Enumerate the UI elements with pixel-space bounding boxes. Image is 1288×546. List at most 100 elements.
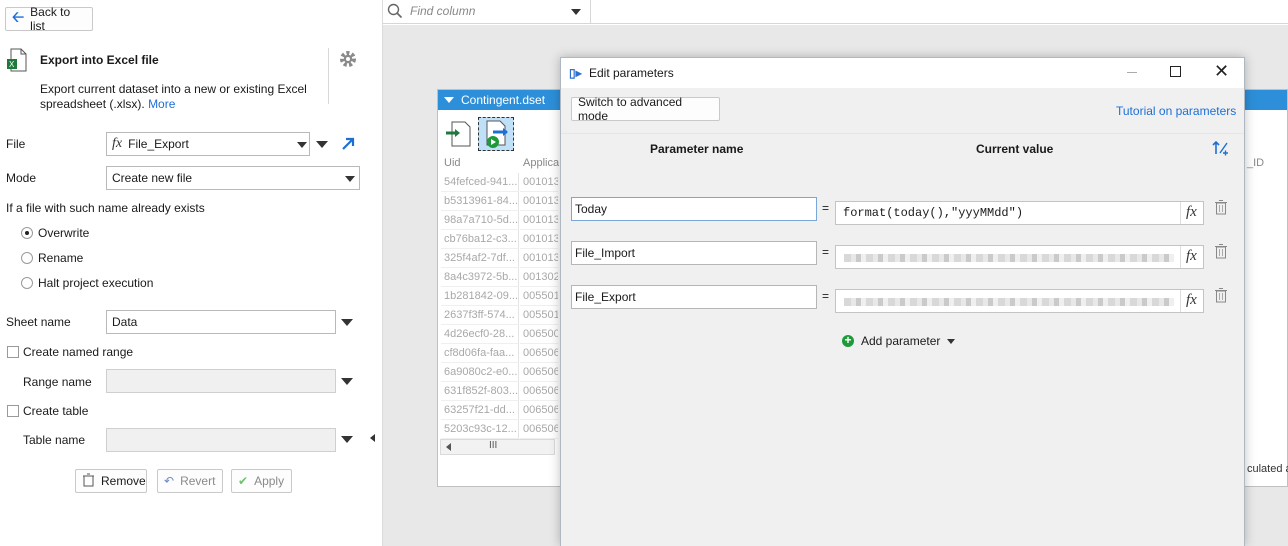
uid-cell: 63257f21-dd... xyxy=(441,401,519,420)
blurred-value xyxy=(844,254,1174,262)
overwrite-radio[interactable] xyxy=(21,227,33,239)
fx-divider xyxy=(1180,246,1181,268)
chevron-down-icon xyxy=(345,176,355,182)
more-link[interactable]: More xyxy=(148,97,175,111)
dialog-title-bar: ▯▸ Edit parameters ✕ xyxy=(561,58,1244,88)
fx-divider xyxy=(1180,202,1181,224)
uid-cell: 98a7a710-5d... xyxy=(441,211,519,230)
uid-cell: b5313961-84... xyxy=(441,192,519,211)
find-column-input[interactable]: Find column xyxy=(410,4,475,18)
revert-button[interactable]: ↶ Revert xyxy=(157,469,223,493)
applica-cell: 001013 xyxy=(520,230,558,249)
arrow-left-icon: 🡠 xyxy=(12,8,25,26)
right-footer-text: culated a xyxy=(1247,463,1288,475)
right-column-header: _ID xyxy=(1247,157,1265,169)
range-name-input[interactable] xyxy=(106,369,336,393)
chevron-down-icon[interactable] xyxy=(571,9,581,15)
file-options-dropdown[interactable] xyxy=(316,141,328,148)
column-toolbar: Find column xyxy=(383,0,1288,24)
horizontal-scrollbar[interactable]: III xyxy=(440,439,555,455)
scroll-left-icon[interactable] xyxy=(446,443,451,451)
uid-cell: 5203c93c-12... xyxy=(441,420,519,439)
uid-cell: 8a4c3972-5b... xyxy=(441,268,519,287)
named-range-checkbox[interactable] xyxy=(7,346,19,358)
collapse-icon[interactable] xyxy=(444,97,454,103)
close-icon[interactable]: ✕ xyxy=(1214,61,1229,82)
sheet-name-input[interactable]: Data xyxy=(106,310,336,334)
import-icon[interactable] xyxy=(444,119,472,149)
mode-select[interactable]: Create new file xyxy=(106,166,360,190)
revert-label: Revert xyxy=(180,474,216,488)
param-value-input-today[interactable]: format(today(),"yyyMMdd") fx xyxy=(835,201,1204,225)
applica-cell: 001013 xyxy=(520,211,558,230)
function-icon[interactable]: fx xyxy=(1186,248,1197,265)
panel-title: Export into Excel file xyxy=(40,53,159,67)
trash-icon[interactable] xyxy=(1214,243,1228,259)
trash-icon[interactable] xyxy=(1214,287,1228,303)
applica-cell: 005501 xyxy=(520,287,558,306)
back-label: Back to list xyxy=(30,5,71,33)
remove-button[interactable]: Remove xyxy=(75,469,147,493)
create-table-checkbox[interactable] xyxy=(7,405,19,417)
rename-radio[interactable] xyxy=(21,252,33,264)
applica-cell: 006506 xyxy=(520,382,558,401)
search-icon xyxy=(387,3,403,19)
table-name-dropdown[interactable] xyxy=(341,436,353,443)
trash-icon[interactable] xyxy=(1214,199,1228,215)
check-icon: ✔ xyxy=(238,474,249,488)
uid-cell: 325f4af2-7df... xyxy=(441,249,519,268)
apply-button[interactable]: ✔ Apply xyxy=(231,469,292,493)
param-value-input-file-import[interactable]: fx xyxy=(835,245,1204,269)
file-select[interactable]: fx File_Export xyxy=(106,132,310,156)
add-parameter-label: Add parameter xyxy=(861,334,941,348)
overwrite-label: Overwrite xyxy=(38,226,90,240)
edit-parameters-dialog: ▯▸ Edit parameters ✕ Switch to advanced … xyxy=(560,57,1245,546)
table-name-input[interactable] xyxy=(106,428,336,452)
maximize-icon[interactable] xyxy=(1170,66,1181,77)
param-value-input-file-export[interactable]: fx xyxy=(835,289,1204,313)
range-name-label: Range name xyxy=(23,375,92,389)
equals-sign: = xyxy=(822,289,830,303)
minimize-icon[interactable] xyxy=(1127,72,1137,73)
sort-icon[interactable] xyxy=(1212,139,1230,157)
gear-icon[interactable] xyxy=(338,49,358,69)
mode-label: Mode xyxy=(6,171,37,185)
advanced-mode-button[interactable]: Switch to advanced mode xyxy=(571,95,720,123)
halt-radio[interactable] xyxy=(21,277,33,289)
param-name-input-today[interactable]: Today xyxy=(571,197,817,221)
applica-cell: 006500 xyxy=(520,325,558,344)
back-to-list-button[interactable]: 🡠 Back to list xyxy=(5,5,93,33)
tutorial-link[interactable]: Tutorial on parameters xyxy=(1116,104,1236,118)
range-name-dropdown[interactable] xyxy=(341,378,353,385)
applica-cell: 006506 xyxy=(520,363,558,382)
file-label: File xyxy=(6,137,26,151)
dialog-body: Switch to advanced mode Tutorial on para… xyxy=(561,88,1244,546)
uid-cell: 1b281842-09... xyxy=(441,287,519,306)
scroll-thumb-icon[interactable]: III xyxy=(489,440,497,451)
sheet-name-dropdown[interactable] xyxy=(341,319,353,326)
blurred-value xyxy=(844,298,1174,306)
param-name-input-file-import[interactable]: File_Import xyxy=(571,241,817,265)
param-name-value: File_Import xyxy=(575,246,636,260)
parameters-app-icon: ▯▸ xyxy=(569,66,582,80)
add-parameter-button[interactable]: + Add parameter xyxy=(842,334,956,348)
function-icon[interactable]: fx xyxy=(1186,292,1197,309)
table-name-label: Table name xyxy=(23,433,86,447)
param-name-value: File_Export xyxy=(575,290,636,304)
header-separator xyxy=(561,133,1244,134)
remove-label: Remove xyxy=(101,474,146,488)
applica-cell: 006506 xyxy=(520,401,558,420)
fx-divider xyxy=(1180,290,1181,312)
export-run-icon[interactable] xyxy=(478,117,514,151)
excel-file-icon: X xyxy=(6,48,30,72)
rename-label: Rename xyxy=(38,251,84,265)
applica-cell: 001013 xyxy=(520,249,558,268)
uid-cell: 54fefced-941... xyxy=(441,173,519,192)
param-name-input-file-export[interactable]: File_Export xyxy=(571,285,817,309)
function-icon[interactable]: fx xyxy=(1186,204,1197,221)
open-link-icon[interactable] xyxy=(340,136,356,152)
applica-cell: 006506 xyxy=(520,344,558,363)
collapse-panel-icon[interactable] xyxy=(370,434,375,442)
chevron-down-icon xyxy=(297,142,307,148)
svg-text:X: X xyxy=(9,60,15,69)
